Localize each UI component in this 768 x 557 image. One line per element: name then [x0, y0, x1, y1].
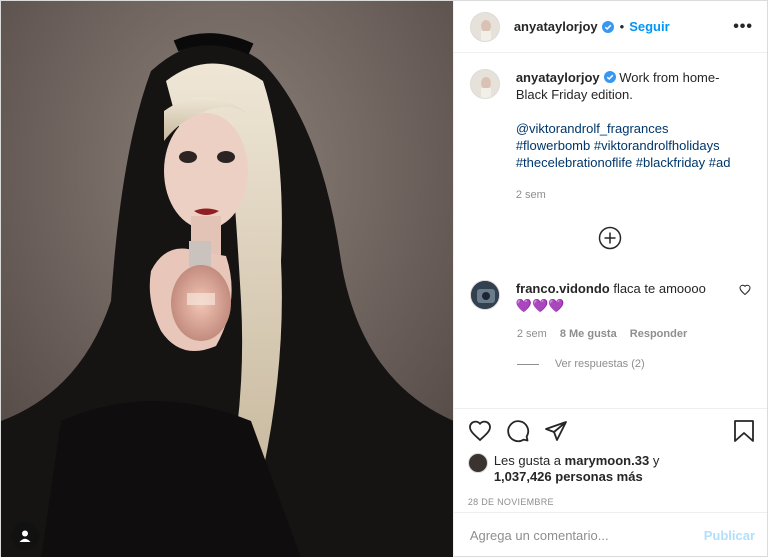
- follow-button[interactable]: Seguir: [629, 19, 669, 34]
- caption-line-2: Black Friday edition.: [515, 87, 633, 102]
- likes-conj: y: [652, 453, 660, 468]
- comment-emoji: 💜💜💜: [515, 298, 565, 313]
- caption-line-1: Work from home-: [619, 70, 720, 85]
- comment-icon[interactable]: [506, 419, 530, 443]
- hashtag[interactable]: #viktorandrolfholidays: [594, 138, 720, 153]
- caption-time[interactable]: 2 sem: [516, 187, 746, 204]
- publish-button[interactable]: Publicar: [704, 528, 755, 543]
- hashtag[interactable]: #ad: [709, 155, 731, 170]
- comment-body: flaca te amoooo: [613, 281, 706, 296]
- likes-count[interactable]: 1,037,426 personas más: [494, 469, 643, 484]
- caption: anyataylorjoy Work from home- Black Frid…: [469, 69, 751, 204]
- post-header: anyataylorjoy • Seguir •••: [453, 1, 767, 53]
- verified-badge-icon: [603, 70, 616, 83]
- share-icon[interactable]: [544, 419, 568, 443]
- load-more-comments-button[interactable]: [470, 226, 751, 250]
- author-avatar[interactable]: [469, 11, 500, 42]
- caption-mention[interactable]: @viktorandrolf_fragrances: [516, 121, 669, 136]
- comment-likes[interactable]: 8 Me gusta: [560, 328, 617, 340]
- likes-prefix: Les gusta a: [493, 453, 562, 468]
- user-tag-icon[interactable]: [11, 522, 39, 550]
- verified-badge-icon: [601, 20, 614, 33]
- likes-summary: Les gusta a marymoon.33 y 1,037,426 pers…: [467, 453, 755, 485]
- action-bar: [468, 419, 755, 443]
- post-sidebar: anyataylorjoy • Seguir ••• anyataylorjoy…: [452, 1, 767, 557]
- caption-author-avatar[interactable]: [469, 69, 500, 99]
- comment: franco.vidondo flaca te amoooo 💜💜💜: [469, 280, 751, 314]
- reply-button[interactable]: Responder: [630, 328, 687, 340]
- instagram-post: anyataylorjoy • Seguir ••• anyataylorjoy…: [0, 0, 768, 557]
- commenter-avatar[interactable]: [469, 280, 500, 310]
- view-replies-label[interactable]: Ver respuestas (2): [555, 358, 645, 370]
- comment-author[interactable]: franco.vidondo: [516, 281, 610, 296]
- hashtag[interactable]: #thecelebrationoflife: [516, 155, 632, 170]
- replies-divider: [516, 363, 539, 365]
- caption-author[interactable]: anyataylorjoy: [516, 70, 600, 85]
- view-replies-button[interactable]: Ver respuestas (2): [516, 358, 751, 370]
- action-section: Les gusta a marymoon.33 y 1,037,426 pers…: [453, 408, 767, 557]
- hashtag[interactable]: #flowerbomb: [516, 138, 590, 153]
- comment-meta: 2 sem 8 Me gusta Responder: [517, 328, 751, 340]
- comment-text: franco.vidondo flaca te amoooo 💜💜💜: [516, 280, 716, 314]
- liker-username[interactable]: marymoon.33: [565, 453, 650, 468]
- post-date[interactable]: 28 DE NOVIEMBRE: [468, 497, 755, 507]
- post-image: [1, 1, 453, 557]
- heart-icon[interactable]: [468, 419, 492, 443]
- bookmark-icon[interactable]: [733, 419, 755, 443]
- hashtag[interactable]: #blackfriday: [636, 155, 705, 170]
- caption-text: anyataylorjoy Work from home- Black Frid…: [516, 69, 746, 204]
- comment-input[interactable]: [469, 528, 704, 543]
- comment-time[interactable]: 2 sem: [517, 328, 547, 340]
- add-circle-icon[interactable]: [598, 226, 622, 250]
- more-options-icon[interactable]: •••: [733, 18, 753, 36]
- author-username[interactable]: anyataylorjoy: [514, 19, 598, 34]
- likes-text: Les gusta a marymoon.33 y 1,037,426 pers…: [494, 453, 660, 485]
- post-photo[interactable]: [1, 1, 453, 557]
- add-comment-bar: Publicar: [453, 512, 767, 557]
- separator-dot: •: [619, 19, 625, 34]
- liker-avatar[interactable]: [467, 453, 488, 473]
- comment-like-heart-icon[interactable]: [739, 284, 751, 296]
- comments-area[interactable]: anyataylorjoy Work from home- Black Frid…: [454, 53, 767, 408]
